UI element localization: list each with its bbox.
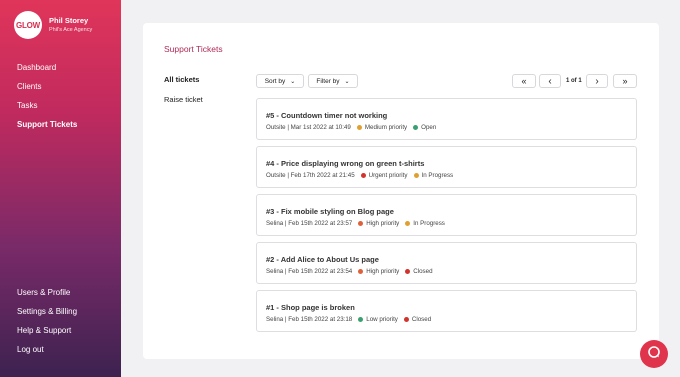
status-label: Closed	[411, 316, 432, 323]
nav-dashboard[interactable]: Dashboard	[17, 62, 77, 81]
ticket-title: #3 - Fix mobile styling on Blog page	[266, 207, 394, 216]
filter-by-label: Filter by	[316, 77, 340, 85]
nav-users-profile[interactable]: Users & Profile	[17, 287, 77, 306]
user-name: Phil Storey	[49, 16, 89, 25]
ticket-title: #4 - Price displaying wrong on green t-s…	[266, 159, 425, 168]
ticket-row[interactable]: #5 - Countdown timer not working Outsite…	[256, 98, 637, 140]
nav-clients[interactable]: Clients	[17, 81, 77, 100]
logo[interactable]: GLOW	[14, 11, 42, 39]
ticket-meta: Selina | Feb 15th 2022 at 23:18	[266, 316, 353, 323]
ticket-list: #5 - Countdown timer not working Outsite…	[256, 98, 637, 338]
subnav-all-tickets[interactable]: All tickets	[164, 75, 203, 95]
ticket-title: #5 - Countdown timer not working	[266, 111, 388, 120]
ticket-meta: Outsite | Mar 1st 2022 at 10:49	[266, 124, 351, 131]
ticket-row[interactable]: #4 - Price displaying wrong on green t-s…	[256, 146, 637, 188]
status-label: Closed	[413, 268, 433, 275]
filter-by-button[interactable]: Filter by ⌄	[308, 74, 358, 88]
priority-dot	[358, 317, 364, 322]
priority-dot	[358, 221, 364, 226]
ticket-row[interactable]: #2 - Add Alice to About Us page Selina |…	[256, 242, 637, 284]
page-title: Support Tickets	[164, 44, 223, 54]
page-indicator: 1 of 1	[566, 78, 582, 84]
brand: GLOW Phil Storey Phil's Ace Agency	[14, 11, 92, 39]
status-dot	[413, 173, 419, 178]
status-dot	[403, 317, 409, 322]
ticket-row[interactable]: #3 - Fix mobile styling on Blog page Sel…	[256, 194, 637, 236]
sort-by-button[interactable]: Sort by ⌄	[256, 74, 304, 88]
priority-dot	[356, 125, 362, 130]
chat-icon	[647, 345, 661, 364]
main-card: Support Tickets All tickets Raise ticket…	[143, 23, 659, 359]
priority-label: High priority	[366, 220, 400, 227]
ticket-meta: Selina | Feb 15th 2022 at 23:54	[266, 268, 353, 275]
status-dot	[413, 125, 419, 130]
prev-page-button[interactable]: ‹	[539, 74, 561, 88]
main-nav: Dashboard Clients Tasks Support Tickets	[17, 62, 77, 138]
priority-label: Low priority	[366, 316, 398, 323]
status-label: In Progress	[421, 172, 454, 179]
priority-dot	[360, 173, 366, 178]
first-page-button[interactable]: «	[512, 74, 536, 88]
status-dot	[405, 269, 411, 274]
next-page-button[interactable]: ›	[586, 74, 608, 88]
nav-log-out[interactable]: Log out	[17, 344, 77, 363]
chat-launcher-button[interactable]	[640, 340, 668, 368]
ticket-title: #2 - Add Alice to About Us page	[266, 255, 379, 264]
status-dot	[405, 221, 411, 226]
status-label: Open	[421, 124, 437, 131]
priority-label: Medium priority	[364, 124, 408, 131]
subnav-raise-ticket[interactable]: Raise ticket	[164, 95, 203, 115]
sort-by-label: Sort by	[264, 77, 286, 85]
nav-settings-billing[interactable]: Settings & Billing	[17, 306, 77, 325]
ticket-title: #1 - Shop page is broken	[266, 303, 355, 312]
ticket-row[interactable]: #1 - Shop page is broken Selina | Feb 15…	[256, 290, 637, 332]
priority-label: High priority	[366, 268, 400, 275]
priority-label: Urgent priority	[368, 172, 408, 179]
chevron-down-icon: ⌄	[344, 78, 350, 85]
agency-name: Phil's Ace Agency	[49, 27, 93, 33]
chevron-down-icon: ⌄	[290, 78, 296, 85]
ticket-meta: Selina | Feb 15th 2022 at 23:57	[266, 220, 353, 227]
priority-dot	[358, 269, 364, 274]
nav-help-support[interactable]: Help & Support	[17, 325, 77, 344]
sidebar: GLOW Phil Storey Phil's Ace Agency Dashb…	[0, 0, 121, 377]
status-label: In Progress	[413, 220, 445, 227]
ticket-subnav: All tickets Raise ticket	[164, 75, 203, 115]
account-nav: Users & Profile Settings & Billing Help …	[17, 287, 77, 363]
nav-support-tickets[interactable]: Support Tickets	[17, 119, 77, 138]
last-page-button[interactable]: »	[613, 74, 637, 88]
ticket-meta: Outsite | Feb 17th 2022 at 21:45	[266, 172, 355, 179]
nav-tasks[interactable]: Tasks	[17, 100, 77, 119]
